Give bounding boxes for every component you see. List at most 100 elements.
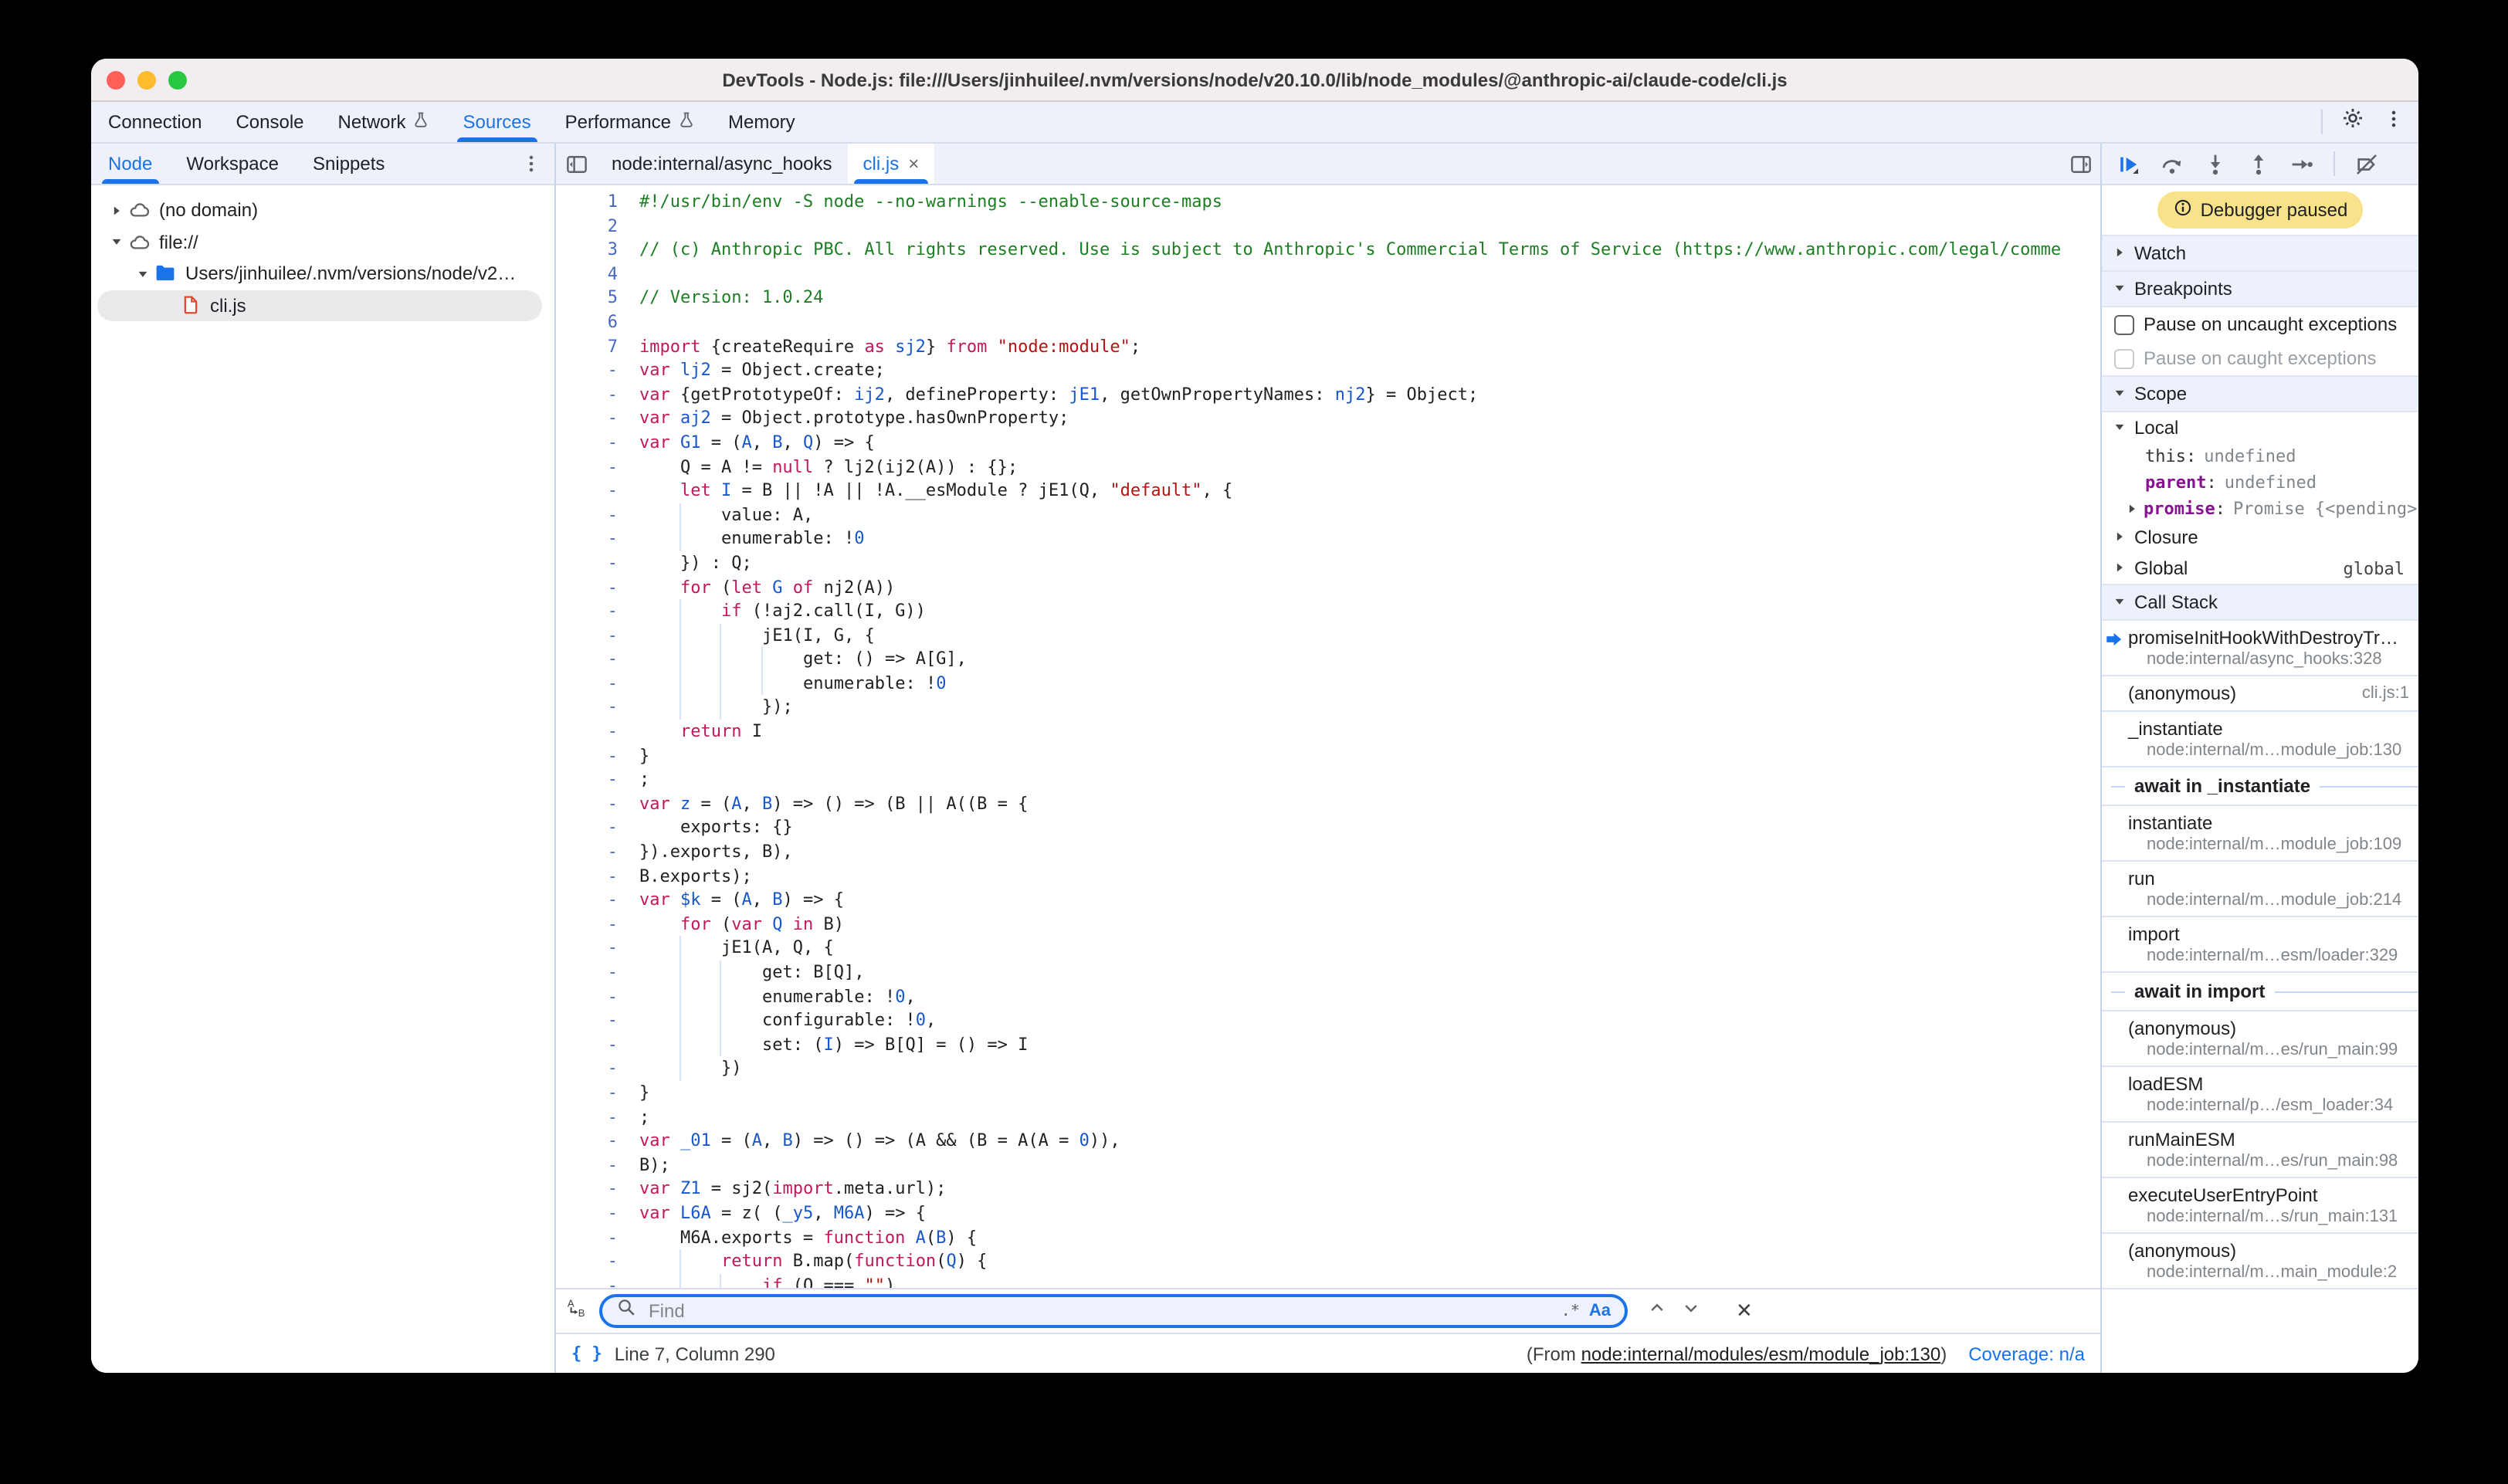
scope-prop-parent[interactable]: parent:undefined (2102, 469, 2418, 496)
line-number[interactable]: - (556, 1201, 639, 1225)
line-number[interactable]: - (556, 1081, 639, 1105)
editor-tab-cli-js[interactable]: cli.js× (848, 144, 935, 184)
line-number[interactable]: - (556, 840, 639, 864)
line-number[interactable]: - (556, 599, 639, 623)
section-scope[interactable]: Scope (2102, 375, 2418, 412)
find-next-icon[interactable] (1682, 1297, 1700, 1325)
step-into-icon[interactable] (2204, 152, 2227, 175)
line-number[interactable]: - (556, 1033, 639, 1057)
sidebar-tab-node[interactable]: Node (91, 144, 169, 184)
line-number[interactable]: - (556, 720, 639, 744)
tree-item-no-domain[interactable]: (no domain) (91, 195, 554, 226)
step-over-icon[interactable] (2161, 152, 2184, 175)
navigator-kebab-icon[interactable] (520, 144, 542, 184)
line-number[interactable]: - (556, 503, 639, 527)
find-previous-icon[interactable] (1648, 1297, 1666, 1325)
gear-icon[interactable] (2341, 107, 2364, 137)
line-number[interactable]: - (556, 696, 639, 720)
tab-memory[interactable]: Memory (711, 102, 812, 142)
line-number[interactable]: - (556, 1177, 639, 1201)
line-number[interactable]: - (556, 1225, 639, 1249)
section-call-stack[interactable]: Call Stack (2102, 584, 2418, 621)
line-number[interactable]: - (556, 358, 639, 382)
line-number[interactable]: - (556, 1008, 639, 1032)
line-number[interactable]: - (556, 744, 639, 767)
tab-performance[interactable]: Performance (548, 102, 711, 142)
kebab-menu-icon[interactable] (2383, 107, 2405, 137)
line-number[interactable]: - (556, 575, 639, 599)
find-input[interactable] (646, 1299, 1552, 1323)
callstack-frame-instantiate[interactable]: _instantiatenode:internal/m…module_job:1… (2102, 712, 2418, 767)
source-map-link[interactable]: node:internal/modules/esm/module_job:130 (1581, 1343, 1941, 1364)
resume-script-icon[interactable] (2117, 152, 2140, 175)
regex-toggle[interactable]: .* (1561, 1303, 1580, 1320)
line-number[interactable]: - (556, 1273, 639, 1288)
line-number[interactable]: - (556, 937, 639, 961)
sidebar-tab-snippets[interactable]: Snippets (296, 144, 402, 184)
scope-group-closure[interactable]: Closure (2102, 522, 2418, 553)
callstack-frame-instantiate[interactable]: instantiatenode:internal/m…module_job:10… (2102, 806, 2418, 862)
callstack-frame-promiseinithookwithdestroytr[interactable]: promiseInitHookWithDestroyTr…node:intern… (2102, 621, 2418, 676)
chevron-down-icon[interactable] (133, 267, 151, 281)
close-find-icon[interactable]: ✕ (1736, 1299, 1753, 1323)
coverage-link[interactable]: Coverage: n/a (1968, 1343, 2085, 1364)
line-number[interactable]: - (556, 984, 639, 1008)
line-number[interactable]: - (556, 527, 639, 551)
line-number[interactable]: - (556, 551, 639, 575)
find-input-container[interactable]: .* Aa (599, 1294, 1628, 1328)
callstack-frame-loadesm[interactable]: loadESMnode:internal/p…/esm_loader:34 (2102, 1067, 2418, 1123)
tree-item-file[interactable]: file:// (91, 226, 554, 258)
line-number[interactable]: - (556, 1105, 639, 1129)
replace-toggle-icon[interactable]: AB (567, 1296, 588, 1326)
line-number[interactable]: - (556, 1249, 639, 1273)
line-number[interactable]: - (556, 672, 639, 696)
callstack-frame-runmainesm[interactable]: runMainESMnode:internal/m…es/run_main:98 (2102, 1123, 2418, 1178)
scope-group-local[interactable]: Local (2102, 412, 2418, 443)
tab-console[interactable]: Console (219, 102, 320, 142)
line-number[interactable]: - (556, 648, 639, 672)
scope-group-global[interactable]: Globalglobal (2102, 553, 2418, 584)
breakpoint-toggle-pause-on-uncaught-exceptions[interactable]: Pause on uncaught exceptions (2102, 307, 2418, 341)
callstack-frame-executeuserentrypoint[interactable]: executeUserEntryPointnode:internal/m…s/r… (2102, 1178, 2418, 1234)
line-number[interactable]: - (556, 1057, 639, 1081)
line-number[interactable]: 6 (556, 310, 639, 334)
show-debugger-panel-icon[interactable] (2060, 144, 2100, 184)
tree-item-users-jinhuilee-nvm-versions-node-v2[interactable]: Users/jinhuilee/.nvm/versions/node/v2… (91, 258, 554, 290)
line-number[interactable]: 2 (556, 214, 639, 238)
line-number[interactable]: - (556, 816, 639, 840)
section-watch[interactable]: Watch (2102, 235, 2418, 272)
line-number[interactable]: - (556, 961, 639, 984)
line-number[interactable]: 5 (556, 286, 639, 310)
line-number[interactable]: - (556, 431, 639, 455)
line-number[interactable]: - (556, 383, 639, 407)
line-number[interactable]: 4 (556, 263, 639, 286)
line-number[interactable]: - (556, 407, 639, 431)
line-number[interactable]: - (556, 623, 639, 647)
section-breakpoints[interactable]: Breakpoints (2102, 272, 2418, 307)
minimize-window-button[interactable] (137, 70, 156, 89)
step-icon[interactable] (2290, 152, 2313, 175)
tab-sources[interactable]: Sources (446, 102, 548, 142)
breakpoint-toggle-pause-on-caught-exceptions[interactable]: Pause on caught exceptions (2102, 341, 2418, 375)
checkbox[interactable] (2114, 314, 2134, 334)
pretty-print-button[interactable]: { } (571, 1343, 602, 1364)
chevron-down-icon[interactable] (107, 235, 125, 249)
line-number[interactable]: - (556, 864, 639, 888)
tab-network[interactable]: Network (321, 102, 446, 142)
line-number[interactable]: 3 (556, 238, 639, 262)
step-out-icon[interactable] (2247, 152, 2270, 175)
tree-item-cli-js[interactable]: cli.js (97, 290, 542, 321)
zoom-window-button[interactable] (168, 70, 187, 89)
sidebar-tab-workspace[interactable]: Workspace (169, 144, 296, 184)
line-number[interactable]: - (556, 455, 639, 479)
line-number[interactable]: 7 (556, 334, 639, 358)
line-number[interactable]: - (556, 792, 639, 816)
line-number[interactable]: - (556, 479, 639, 503)
scope-prop-this[interactable]: this:undefined (2102, 443, 2418, 469)
callstack-frame-import[interactable]: importnode:internal/m…esm/loader:329 (2102, 917, 2418, 973)
line-number[interactable]: - (556, 913, 639, 937)
checkbox[interactable] (2114, 348, 2134, 368)
scope-prop-promise[interactable]: promise:Promise {<pending>} (2102, 496, 2418, 522)
chevron-right-icon[interactable] (2125, 502, 2139, 516)
line-number[interactable]: - (556, 1154, 639, 1177)
